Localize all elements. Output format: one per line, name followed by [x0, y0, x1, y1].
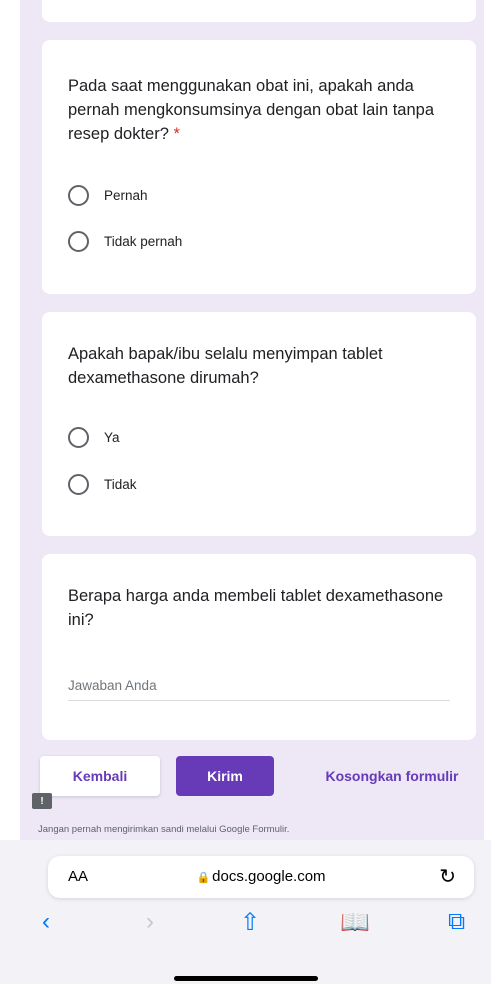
question-card: Pada saat menggunakan obat ini, apakah a… — [42, 40, 476, 294]
radio-button[interactable] — [68, 230, 89, 252]
submit-button[interactable]: Kirim — [176, 756, 274, 796]
reload-icon[interactable]: ↻ — [439, 864, 456, 889]
option-label: Pernah — [104, 187, 148, 203]
url-text: docs.google.com — [212, 868, 326, 885]
question-text: Berapa harga anda membeli tablet dexamet… — [68, 587, 444, 629]
radio-option-tidak-pernah[interactable]: Tidak pernah — [68, 229, 182, 253]
required-asterisk: * — [173, 125, 180, 143]
question-card: Berapa harga anda membeli tablet dexamet… — [42, 554, 476, 740]
option-label: Ya — [104, 429, 120, 445]
report-flag-icon[interactable]: ! — [32, 793, 52, 809]
question-text: Pada saat menggunakan obat ini, apakah a… — [68, 74, 454, 146]
option-label: Tidak pernah — [104, 233, 183, 249]
back-button[interactable]: Kembali — [40, 756, 160, 796]
clear-form-button[interactable]: Kosongkan formulir — [302, 756, 482, 796]
home-indicator — [174, 976, 318, 981]
previous-question-card — [42, 0, 476, 22]
question-text: Apakah bapak/ibu selalu menyimpan tablet… — [68, 345, 383, 387]
radio-option-tidak[interactable]: Tidak — [68, 472, 137, 496]
forward-icon[interactable]: › — [146, 908, 154, 936]
radio-button[interactable] — [68, 473, 89, 495]
question-card: Apakah bapak/ibu selalu menyimpan tablet… — [42, 312, 476, 536]
radio-button[interactable] — [68, 426, 89, 448]
answer-input[interactable]: Jawaban Anda — [68, 678, 157, 693]
url-display[interactable]: 🔒 docs.google.com — [48, 868, 474, 885]
question-label: Pada saat menggunakan obat ini, apakah a… — [68, 77, 435, 143]
radio-option-pernah[interactable]: Pernah — [68, 183, 148, 207]
bookmarks-icon[interactable]: 📖 — [340, 908, 370, 937]
option-label: Tidak — [104, 476, 137, 492]
share-icon[interactable]: ⇧ — [240, 908, 260, 937]
password-warning: Jangan pernah mengirimkan sandi melalui … — [38, 824, 290, 835]
tabs-icon[interactable]: ⧉ — [448, 908, 465, 936]
radio-button[interactable] — [68, 184, 89, 206]
back-icon[interactable]: ‹ — [42, 908, 50, 936]
address-bar[interactable]: AA 🔒 docs.google.com ↻ — [48, 856, 474, 898]
radio-option-ya[interactable]: Ya — [68, 425, 120, 449]
lock-icon: 🔒 — [196, 872, 211, 884]
input-underline — [68, 700, 450, 701]
